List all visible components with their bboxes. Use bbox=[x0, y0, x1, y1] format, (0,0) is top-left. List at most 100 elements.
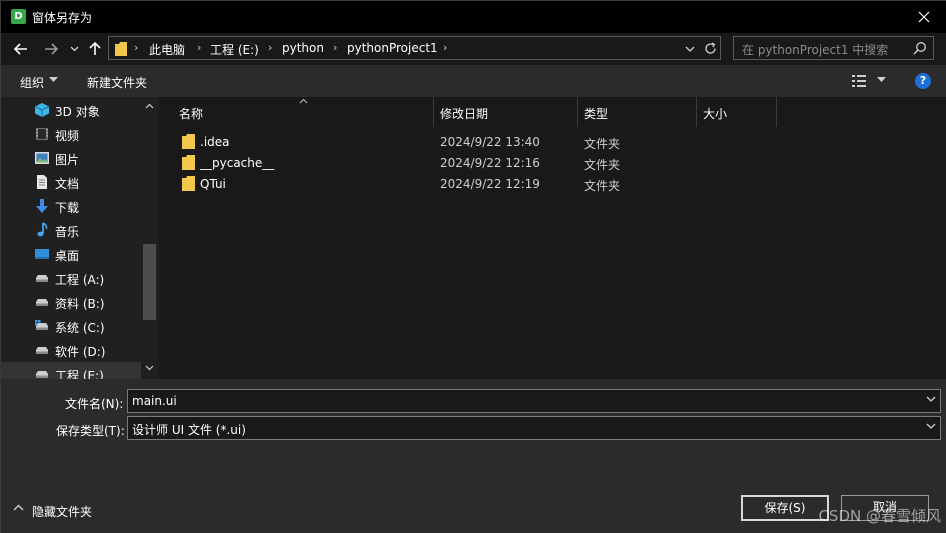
nav-item-label: 系统 (C:) bbox=[55, 321, 105, 335]
folder-icon bbox=[182, 155, 195, 170]
file-type: 文件夹 bbox=[584, 158, 621, 172]
column-header-label: 名称 bbox=[179, 107, 204, 121]
file-row[interactable]: .idea 2024/9/22 13:40 文件夹 bbox=[161, 131, 946, 152]
nav-item-downloads[interactable]: 下载 bbox=[1, 194, 141, 218]
breadcrumb-separator: › bbox=[333, 41, 338, 54]
column-header-modified[interactable]: 修改日期 bbox=[434, 97, 578, 127]
forward-button[interactable] bbox=[41, 38, 61, 60]
chevron-up-icon[interactable] bbox=[145, 103, 154, 109]
nav-item-music[interactable]: 音乐 bbox=[1, 218, 141, 242]
filename-label: 文件名(N): bbox=[65, 397, 124, 411]
drive-icon bbox=[36, 347, 48, 354]
back-button[interactable] bbox=[11, 38, 31, 60]
breadcrumb-python[interactable]: python bbox=[282, 41, 324, 55]
chevron-down-icon[interactable] bbox=[49, 77, 58, 83]
nav-item-label: 工程 (A:) bbox=[55, 273, 105, 287]
save-as-dialog: D 窗体另存为 › 此电脑 › 工程 (E:) › python › pytho… bbox=[0, 0, 946, 533]
file-row[interactable]: __pycache__ 2024/9/22 12:16 文件夹 bbox=[161, 152, 946, 173]
breadcrumb-drive-e[interactable]: 工程 (E:) bbox=[210, 41, 259, 58]
file-modified: 2024/9/22 12:16 bbox=[440, 156, 540, 170]
file-name: .idea bbox=[200, 135, 230, 149]
nav-item-pictures[interactable]: 图片 bbox=[1, 146, 141, 170]
nav-scrollbar[interactable] bbox=[141, 97, 159, 379]
nav-item-drive-a[interactable]: 工程 (A:) bbox=[1, 266, 141, 290]
refresh-icon[interactable] bbox=[704, 42, 717, 55]
column-header-label: 修改日期 bbox=[440, 107, 489, 121]
documents-icon bbox=[37, 175, 47, 189]
breadcrumb-this-pc[interactable]: 此电脑 bbox=[149, 41, 185, 58]
new-folder-button[interactable]: 新建文件夹 bbox=[87, 74, 147, 91]
chevron-up-icon[interactable] bbox=[13, 504, 24, 511]
chevron-down-icon[interactable] bbox=[926, 396, 936, 403]
help-button[interactable]: ? bbox=[915, 73, 931, 89]
arrow-left-icon bbox=[14, 43, 27, 55]
chevron-down-icon[interactable] bbox=[926, 423, 936, 430]
app-icon: D bbox=[11, 9, 26, 24]
nav-item-documents[interactable]: 文档 bbox=[1, 170, 141, 194]
nav-item-desktop[interactable]: 桌面 bbox=[1, 242, 141, 266]
search-input[interactable]: 在 pythonProject1 中搜索 bbox=[733, 36, 934, 60]
file-name: QTui bbox=[200, 177, 226, 191]
nav-item-drive-e[interactable]: 工程 (E:) bbox=[1, 362, 141, 379]
downloads-icon bbox=[36, 199, 48, 213]
window-title: 窗体另存为 bbox=[32, 11, 93, 25]
scrollbar-thumb[interactable] bbox=[143, 244, 156, 320]
file-type: 文件夹 bbox=[584, 137, 621, 151]
nav-item-label: 3D 对象 bbox=[55, 105, 100, 119]
column-header-type[interactable]: 类型 bbox=[578, 97, 697, 127]
address-bar[interactable]: › 此电脑 › 工程 (E:) › python › pythonProject… bbox=[108, 36, 721, 60]
file-type: 文件夹 bbox=[584, 179, 621, 193]
nav-item-drive-d[interactable]: 软件 (D:) bbox=[1, 338, 141, 362]
nav-item-label: 资料 (B:) bbox=[55, 297, 105, 311]
close-icon bbox=[918, 11, 930, 23]
nav-item-label: 桌面 bbox=[55, 249, 80, 263]
folder-icon bbox=[115, 42, 127, 56]
breadcrumb-separator: › bbox=[197, 41, 202, 54]
nav-item-label: 工程 (E:) bbox=[55, 369, 104, 379]
breadcrumb-separator: › bbox=[268, 41, 273, 54]
filetype-value: 设计师 UI 文件 (*.ui) bbox=[132, 423, 246, 437]
pictures-icon bbox=[35, 152, 49, 164]
search-icon bbox=[913, 42, 926, 55]
organize-button[interactable]: 组织 bbox=[20, 74, 44, 91]
up-button[interactable] bbox=[86, 38, 104, 60]
nav-item-label: 图片 bbox=[55, 153, 80, 167]
file-row[interactable]: QTui 2024/9/22 12:19 文件夹 bbox=[161, 173, 946, 194]
close-button[interactable] bbox=[901, 1, 946, 33]
hide-folders-toggle[interactable]: 隐藏文件夹 bbox=[32, 503, 92, 520]
save-form: 文件名(N): main.ui 保存类型(T): 设计师 UI 文件 (*.ui… bbox=[1, 379, 946, 533]
recent-locations-button[interactable] bbox=[67, 38, 81, 60]
column-header-size[interactable]: 大小 bbox=[697, 97, 777, 127]
navigation-pane: 3D 对象 视频 图片 文档 下载 音乐 桌面 工程 (A:) 资料 (B:) … bbox=[1, 97, 159, 379]
3d-objects-icon bbox=[34, 103, 50, 117]
view-options-icon[interactable] bbox=[851, 74, 867, 88]
nav-item-label: 视频 bbox=[55, 129, 80, 143]
search-placeholder: 在 pythonProject1 中搜索 bbox=[742, 43, 889, 57]
breadcrumb-pythonproject1[interactable]: pythonProject1 bbox=[347, 41, 438, 55]
nav-item-3d-objects[interactable]: 3D 对象 bbox=[1, 98, 141, 122]
nav-item-label: 文档 bbox=[55, 177, 80, 191]
nav-item-drive-c[interactable]: 系统 (C:) bbox=[1, 314, 141, 338]
watermark: CSDN @春雪倾风 bbox=[818, 507, 941, 525]
address-row: › 此电脑 › 工程 (E:) › python › pythonProject… bbox=[1, 33, 946, 65]
chevron-down-icon[interactable] bbox=[877, 77, 886, 83]
folder-icon bbox=[182, 134, 195, 149]
drive-icon bbox=[36, 299, 48, 306]
chevron-down-icon[interactable] bbox=[145, 365, 154, 371]
nav-item-drive-b[interactable]: 资料 (B:) bbox=[1, 290, 141, 314]
nav-item-label: 软件 (D:) bbox=[55, 345, 106, 359]
filetype-label: 保存类型(T): bbox=[56, 424, 125, 438]
command-toolbar: 组织 新建文件夹 ? bbox=[1, 65, 946, 97]
breadcrumb-separator: › bbox=[443, 41, 448, 54]
nav-item-label: 音乐 bbox=[55, 225, 80, 239]
filename-input[interactable]: main.ui bbox=[127, 389, 941, 413]
drive-icon bbox=[36, 371, 48, 378]
chevron-down-icon bbox=[70, 46, 78, 52]
address-dropdown-icon[interactable] bbox=[685, 46, 695, 53]
save-button-label: 保存(S) bbox=[764, 501, 806, 515]
save-button[interactable]: 保存(S) bbox=[741, 495, 829, 521]
system-drive-icon bbox=[35, 320, 48, 330]
nav-item-videos[interactable]: 视频 bbox=[1, 122, 141, 146]
filetype-select[interactable]: 设计师 UI 文件 (*.ui) bbox=[127, 416, 941, 440]
column-header-name[interactable]: 名称 bbox=[173, 97, 434, 127]
